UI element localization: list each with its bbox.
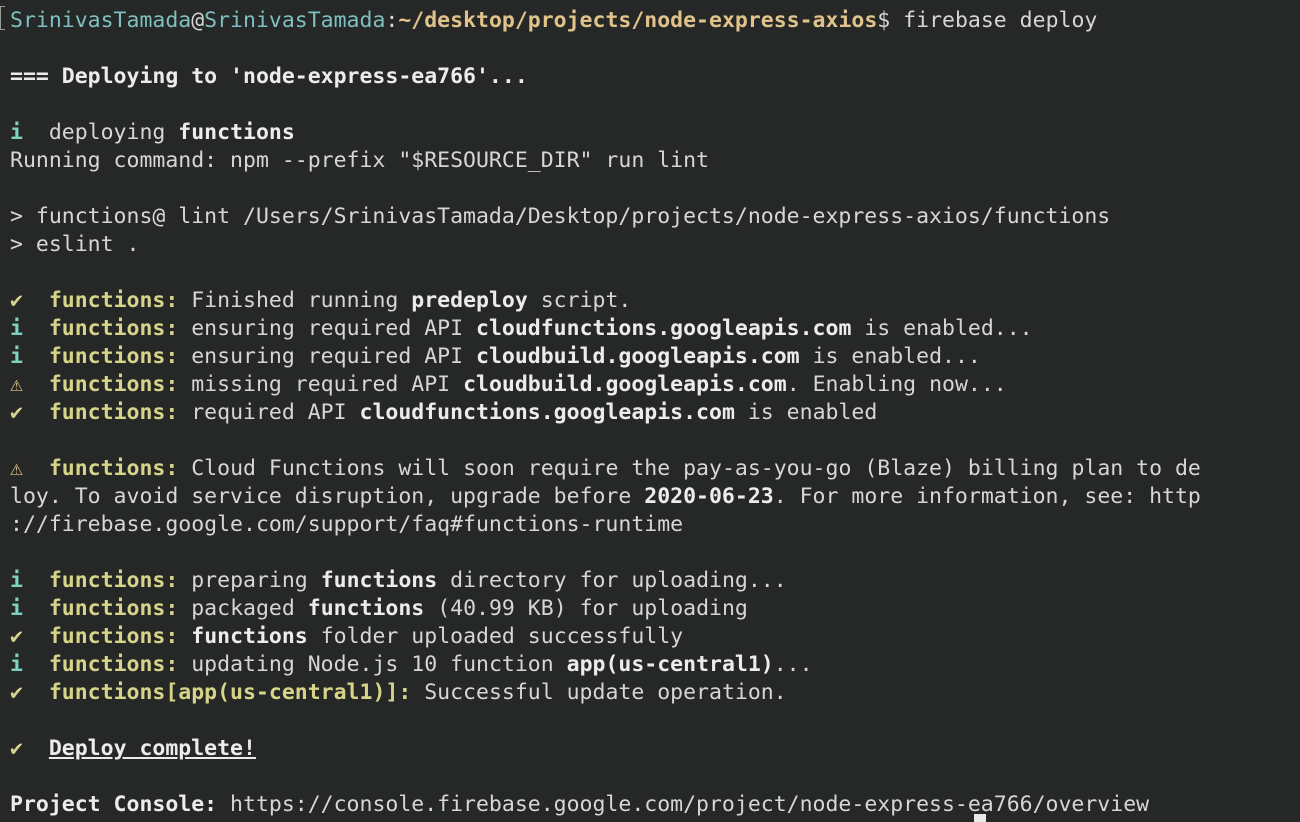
log-bold: cloudbuild.googleapis.com (476, 344, 800, 369)
log-text: missing required API (178, 372, 464, 397)
checkmark-icon: ✔ (10, 400, 23, 425)
log-text: directory for uploading... (437, 568, 787, 593)
lint-line-1: > functions@ lint /Users/SrinivasTamada/… (10, 204, 1111, 229)
checkmark-icon: ✔ (10, 624, 23, 649)
log-bold: cloudfunctions.googleapis.com (476, 316, 852, 341)
upload-line-preparing: i functions: preparing functions directo… (10, 567, 787, 595)
running-command-line: Running command: npm --prefix "$RESOURCE… (10, 148, 709, 173)
functions-label: functions: (48, 568, 179, 593)
log-text: Successful update operation. (411, 680, 787, 705)
billing-warning-line-3: ://firebase.google.com/support/faq#funct… (10, 512, 684, 537)
prompt-dollar: $ (877, 8, 891, 33)
log-bold: app(us-central1) (566, 652, 774, 677)
info-icon: i (10, 596, 23, 621)
log-text: is enabled... (799, 344, 981, 369)
warning-text: Cloud Functions will soon require the pa… (178, 456, 1201, 481)
functions-label: functions: (48, 652, 179, 677)
info-icon: i (10, 652, 23, 677)
log-bold: predeploy (411, 288, 528, 313)
deploy-complete-line: ✔ Deploy complete! (10, 735, 256, 763)
info-deploying-text: deploying (22, 120, 179, 145)
deploy-complete-text: Deploy complete! (48, 736, 256, 761)
upload-line-updating: i functions: updating Node.js 10 functio… (10, 651, 813, 679)
log-line-ensure-cloudbuild: i functions: ensuring required API cloud… (10, 343, 981, 371)
warning-text: . For more information, see: http (773, 484, 1201, 509)
log-bold: cloudbuild.googleapis.com (463, 372, 787, 397)
log-line-cloudfunctions-enabled: ✔ functions: required API cloudfunctions… (10, 399, 877, 427)
info-icon: i (10, 344, 23, 369)
log-text: required API (178, 400, 360, 425)
log-line-missing-cloudbuild: ⚠ functions: missing required API cloudb… (10, 371, 1007, 399)
log-text: packaged (178, 596, 308, 621)
prompt-at: @ (191, 8, 205, 33)
info-deploying-line: i deploying functions (10, 119, 295, 147)
info-icon: i (10, 316, 23, 341)
selection-bracket-marker (0, 6, 5, 30)
log-text: script. (527, 288, 632, 313)
warning-icon: ⚠ (10, 372, 23, 397)
log-bold: functions (320, 568, 438, 593)
log-text: . Enabling now... (786, 372, 1007, 397)
log-text: updating Node.js 10 function (178, 652, 567, 677)
log-text: is enabled... (851, 316, 1033, 341)
info-deploying-target: functions (178, 120, 295, 145)
prompt-user: SrinivasTamada (10, 8, 192, 33)
log-text: Finished running (178, 288, 412, 313)
warning-icon: ⚠ (10, 456, 23, 481)
functions-app-label: functions[app(us-central1)]: (48, 680, 412, 705)
project-console-label: Project Console: (10, 792, 218, 817)
log-text: is enabled (734, 400, 878, 425)
shell-prompt-line: SrinivasTamada@SrinivasTamada:~/desktop/… (10, 7, 1097, 35)
functions-label: functions: (48, 624, 179, 649)
functions-label: functions: (48, 316, 179, 341)
upload-line-uploaded: ✔ functions: functions folder uploaded s… (10, 623, 683, 651)
checkmark-icon: ✔ (10, 288, 23, 313)
log-text: (40.99 KB) for uploading (424, 596, 748, 621)
clipped-previous-line (0, 0, 1300, 4)
prompt-host: SrinivasTamada (204, 8, 386, 33)
project-console-url[interactable]: https://console.firebase.google.com/proj… (217, 792, 1149, 817)
prompt-command: firebase deploy (890, 8, 1098, 33)
functions-label: functions: (48, 456, 179, 481)
terminal-cursor (974, 814, 986, 822)
log-text: ensuring required API (178, 316, 477, 341)
upload-line-success: ✔ functions[app(us-central1)]: Successfu… (10, 679, 787, 707)
functions-label: functions: (48, 596, 179, 621)
functions-label: functions: (48, 344, 179, 369)
warning-text: loy. To avoid service disruption, upgrad… (10, 484, 645, 509)
warning-date: 2020-06-23 (644, 484, 774, 509)
billing-warning-line-1: ⚠ functions: Cloud Functions will soon r… (10, 455, 1201, 483)
billing-warning-line-2: loy. To avoid service disruption, upgrad… (10, 483, 1201, 511)
functions-label: functions: (48, 288, 179, 313)
log-line-predeploy: ✔ functions: Finished running predeploy … (10, 287, 631, 315)
info-icon: i (10, 568, 23, 593)
log-bold: functions (191, 624, 308, 649)
log-bold: functions (307, 596, 425, 621)
functions-label: functions: (48, 400, 179, 425)
checkmark-icon: ✔ (10, 680, 23, 705)
log-text: ensuring required API (178, 344, 477, 369)
prompt-colon: : (385, 8, 399, 33)
checkmark-icon: ✔ (10, 736, 23, 761)
upload-line-packaged: i functions: packaged functions (40.99 K… (10, 595, 748, 623)
log-text: preparing (178, 568, 321, 593)
lint-line-2: > eslint . (10, 232, 140, 257)
deploy-header: === Deploying to 'node-express-ea766'... (10, 64, 528, 89)
log-text: folder uploaded successfully (307, 624, 684, 649)
log-text: ... (773, 652, 813, 677)
functions-label: functions: (48, 372, 179, 397)
log-line-ensure-cloudfunctions: i functions: ensuring required API cloud… (10, 315, 1033, 343)
prompt-path: ~/desktop/projects/node-express-axios (398, 8, 878, 33)
info-icon: i (10, 120, 23, 145)
log-bold: cloudfunctions.googleapis.com (359, 400, 735, 425)
